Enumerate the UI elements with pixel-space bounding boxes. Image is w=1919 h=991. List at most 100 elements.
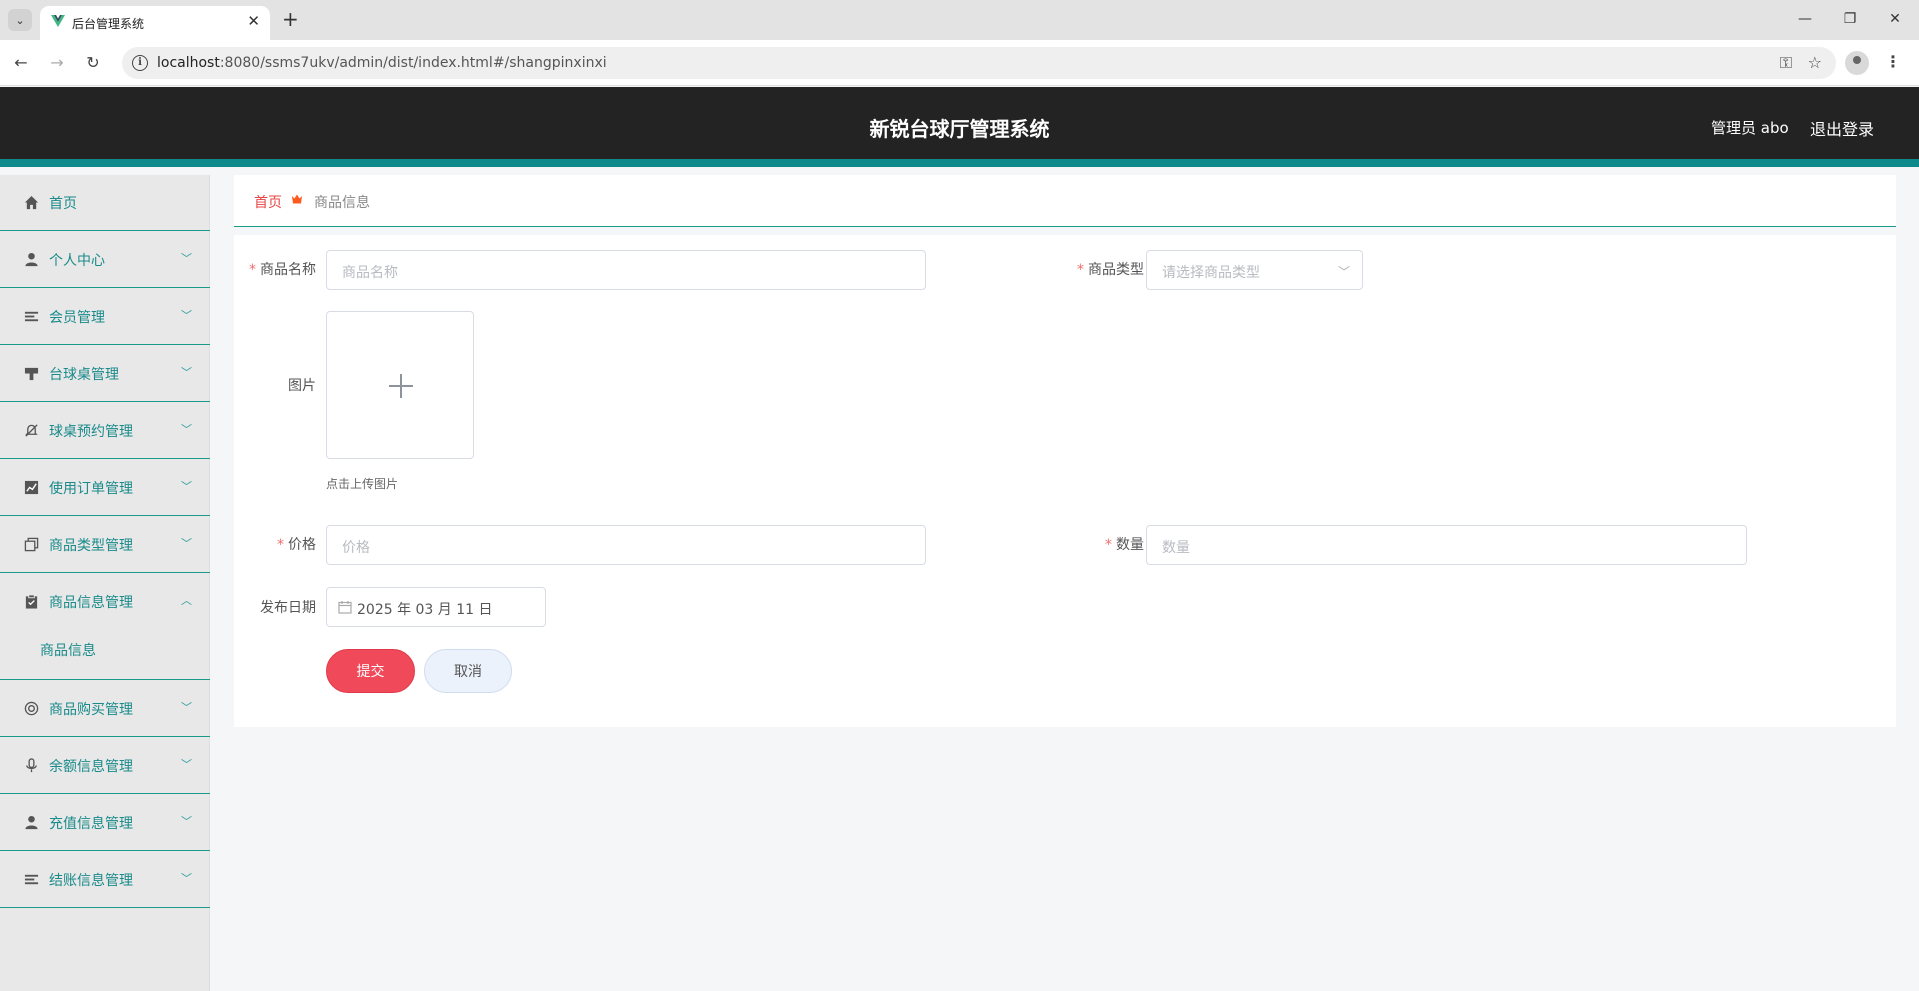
sidebar-subitem-product-info[interactable]: 商品信息	[0, 630, 210, 680]
tab-close-icon[interactable]: ✕	[247, 13, 260, 29]
publish-date-label: 发布日期	[236, 597, 316, 617]
sidebar-item-product-info[interactable]: 商品信息管理 ︿	[0, 574, 210, 630]
chevron-up-icon: ︿	[181, 594, 192, 607]
lifebuoy-icon	[24, 701, 39, 716]
quantity-label: * 数量	[1064, 534, 1144, 554]
required-mark: *	[249, 262, 256, 278]
sidebar-item-home[interactable]: 首页	[0, 175, 210, 231]
sidebar-subitem-label: 商品信息	[40, 643, 96, 659]
address-bar-row: ← → ↻ i localhost:8080/ssms7ukv/admin/di…	[0, 40, 1919, 86]
chevron-down-icon: ﹀	[181, 815, 192, 828]
quantity-placeholder: 数量	[1162, 540, 1190, 556]
sidebar-item-label: 个人中心	[49, 253, 105, 269]
calendar-icon	[338, 601, 352, 614]
sidebar-item-product-types[interactable]: 商品类型管理 ﹀	[0, 517, 210, 573]
price-placeholder: 价格	[342, 540, 370, 556]
sidebar-item-product-purchase[interactable]: 商品购买管理 ﹀	[0, 681, 210, 737]
sidebar-item-balance-info[interactable]: 余额信息管理 ﹀	[0, 738, 210, 794]
chevron-down-icon: ﹀	[1337, 265, 1350, 279]
minimize-icon[interactable]: —	[1790, 8, 1820, 30]
sidebar-item-members[interactable]: 会员管理 ﹀	[0, 289, 210, 345]
required-mark: *	[1077, 262, 1084, 278]
quantity-input[interactable]: 数量	[1146, 525, 1747, 565]
browser-tab-strip: ⌄ 后台管理系统 ✕ + — ❐ ✕	[0, 0, 1919, 40]
sidebar-item-checkout-info[interactable]: 结账信息管理 ﹀	[0, 852, 210, 908]
forward-icon[interactable]: →	[46, 52, 68, 74]
password-key-icon[interactable]: ⚿	[1780, 53, 1792, 73]
browser-tab[interactable]: 后台管理系统 ✕	[40, 6, 270, 40]
logout-button[interactable]: 退出登录	[1810, 116, 1874, 140]
chevron-down-icon: ﹀	[181, 872, 192, 885]
chevron-down-icon: ﹀	[181, 701, 192, 714]
list-icon	[24, 874, 39, 885]
url-host: localhost	[157, 55, 220, 71]
app-title: 新锐台球厅管理系统	[869, 117, 1050, 141]
sidebar-item-label: 余额信息管理	[49, 759, 133, 775]
sidebar: 首页 个人中心 ﹀ 会员管理 ﹀ 台球桌管理 ﹀ 球桌预约管理 ﹀ 使用订单管理…	[0, 175, 210, 991]
sidebar-item-personal-center[interactable]: 个人中心 ﹀	[0, 232, 210, 288]
sidebar-item-label: 使用订单管理	[49, 481, 133, 497]
list-icon	[24, 311, 39, 322]
bookmark-star-icon[interactable]: ☆	[1808, 53, 1822, 73]
product-name-label-text: 商品名称	[260, 262, 316, 278]
sidebar-item-billiard-tables[interactable]: 台球桌管理 ﹀	[0, 346, 210, 402]
restore-icon[interactable]: ❐	[1835, 8, 1865, 30]
breadcrumb: 首页 商品信息	[234, 175, 1896, 227]
product-form: * 商品名称 商品名称 * 商品类型 请选择商品类型 ﹀ 图片 点击上传图片 * 价格…	[234, 235, 1896, 727]
profile-avatar-icon[interactable]	[1845, 51, 1869, 75]
price-input[interactable]: 价格	[326, 525, 926, 565]
sidebar-item-label: 台球桌管理	[49, 367, 119, 383]
sidebar-item-label: 充值信息管理	[49, 816, 133, 832]
product-type-label-text: 商品类型	[1088, 262, 1144, 278]
product-name-label: * 商品名称	[246, 259, 316, 279]
price-label-text: 价格	[288, 537, 316, 553]
chevron-down-icon: ﹀	[181, 758, 192, 771]
reload-icon[interactable]: ↻	[82, 52, 104, 74]
url-path: :8080/ssms7ukv/admin/dist/index.html#/sh…	[219, 55, 607, 71]
sidebar-item-table-booking[interactable]: 球桌预约管理 ﹀	[0, 403, 210, 459]
sidebar-item-usage-orders[interactable]: 使用订单管理 ﹀	[0, 460, 210, 516]
plus-icon-vertical	[400, 374, 402, 398]
upload-tip: 点击上传图片	[326, 477, 399, 491]
bell-off-icon	[25, 424, 38, 437]
site-info-icon[interactable]: i	[132, 55, 148, 71]
breadcrumb-home-link[interactable]: 首页	[254, 192, 282, 212]
publish-date-value: 2025 年 03 月 11 日	[357, 602, 493, 618]
breadcrumb-current: 商品信息	[314, 195, 370, 211]
crown-separator-icon	[292, 194, 302, 204]
sidebar-item-recharge-info[interactable]: 充值信息管理 ﹀	[0, 795, 210, 851]
browser-menu-icon[interactable]: ⋮	[1885, 51, 1901, 73]
image-upload-box[interactable]	[326, 311, 474, 459]
image-label-text: 图片	[288, 378, 316, 394]
sidebar-item-label: 会员管理	[49, 310, 105, 326]
publish-date-picker[interactable]: 2025 年 03 月 11 日	[326, 587, 546, 627]
sidebar-item-label: 商品类型管理	[49, 538, 133, 554]
back-icon[interactable]: ←	[10, 52, 32, 74]
cancel-button[interactable]: 取消	[424, 649, 512, 693]
product-name-placeholder: 商品名称	[342, 265, 398, 281]
product-type-select[interactable]: 请选择商品类型 ﹀	[1146, 250, 1363, 290]
product-name-input[interactable]: 商品名称	[326, 250, 926, 290]
publish-date-label-text: 发布日期	[260, 600, 316, 616]
chevron-down-icon: ﹀	[181, 423, 192, 436]
price-label: * 价格	[246, 534, 316, 554]
copy-icon	[24, 537, 39, 552]
required-mark: *	[277, 537, 284, 553]
current-user: 管理员 abo	[1711, 119, 1789, 137]
url-input[interactable]: i localhost:8080/ssms7ukv/admin/dist/ind…	[122, 47, 1836, 79]
sidebar-item-label: 结账信息管理	[49, 873, 133, 889]
chevron-down-icon: ﹀	[181, 309, 192, 322]
submit-button[interactable]: 提交	[326, 649, 415, 693]
tab-search-button[interactable]: ⌄	[8, 9, 32, 31]
chevron-down-icon: ﹀	[181, 537, 192, 550]
new-tab-icon[interactable]: +	[282, 8, 299, 30]
window-close-icon[interactable]: ✕	[1880, 8, 1910, 30]
sidebar-item-label: 商品信息管理	[49, 595, 133, 611]
mic-icon	[26, 758, 37, 773]
image-label: 图片	[246, 375, 316, 395]
user-icon	[25, 815, 38, 830]
product-type-label: * 商品类型	[1064, 259, 1144, 279]
sidebar-item-label: 商品购买管理	[49, 702, 133, 718]
sidebar-item-label: 首页	[49, 196, 77, 212]
url-text: localhost:8080/ssms7ukv/admin/dist/index…	[157, 55, 607, 71]
